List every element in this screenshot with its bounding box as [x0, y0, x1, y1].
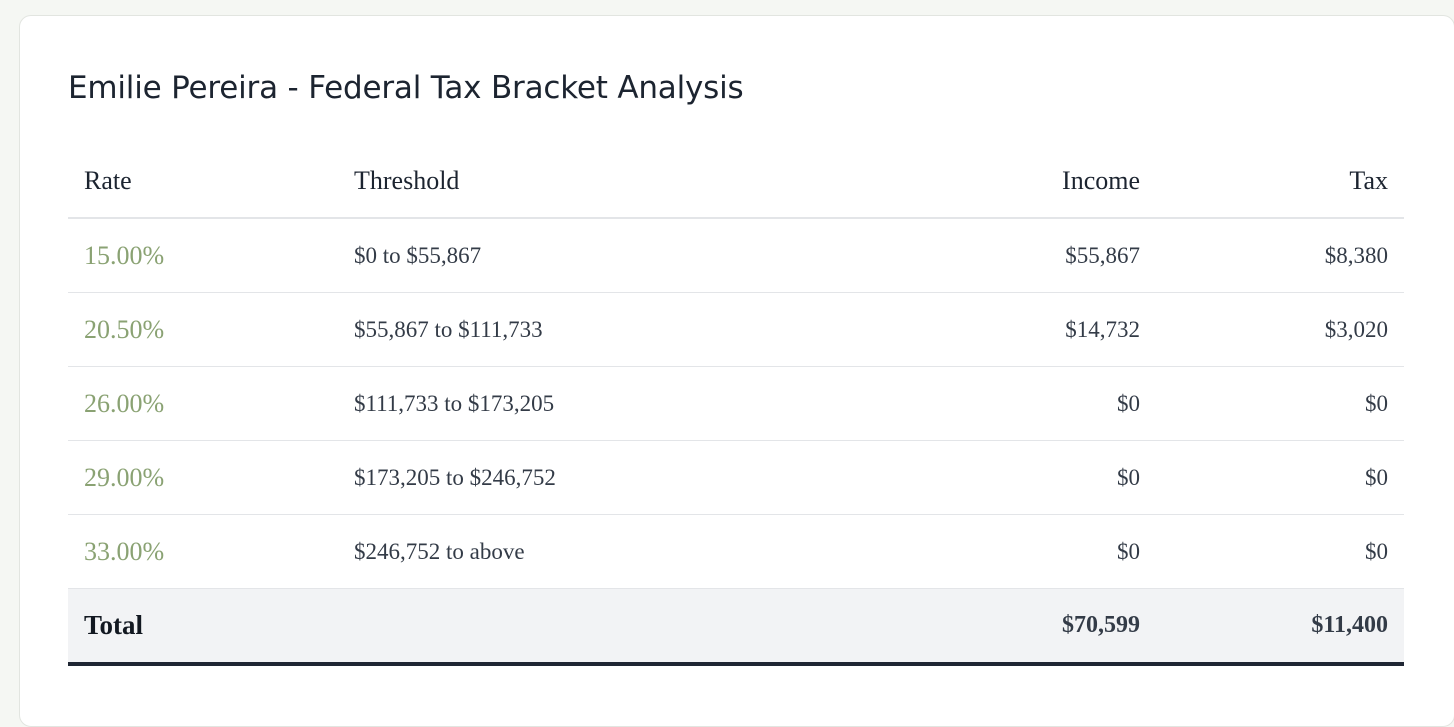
- column-header-threshold: Threshold: [338, 144, 878, 219]
- header-row: Rate Threshold Income Tax: [68, 144, 1404, 219]
- tax-cell: $0: [1156, 514, 1404, 589]
- threshold-cell: $111,733 to $173,205: [338, 366, 878, 441]
- income-cell: $14,732: [878, 292, 1156, 367]
- rate-cell: 15.00%: [68, 218, 338, 293]
- rate-cell: 26.00%: [68, 366, 338, 441]
- threshold-cell: $0 to $55,867: [338, 218, 878, 293]
- income-cell: $0: [878, 366, 1156, 441]
- page-title: Emilie Pereira - Federal Tax Bracket Ana…: [68, 70, 744, 106]
- column-header-tax: Tax: [1156, 144, 1404, 219]
- column-header-income: Income: [878, 144, 1156, 219]
- column-header-rate: Rate: [68, 144, 338, 219]
- total-threshold-cell: [338, 588, 878, 666]
- threshold-cell: $55,867 to $111,733: [338, 292, 878, 367]
- tax-cell: $8,380: [1156, 218, 1404, 293]
- total-label: Total: [68, 588, 338, 666]
- table-row: 15.00% $0 to $55,867 $55,867 $8,380: [68, 218, 1404, 293]
- threshold-cell: $246,752 to above: [338, 514, 878, 589]
- tax-cell: $0: [1156, 366, 1404, 441]
- tax-cell: $0: [1156, 440, 1404, 515]
- table-body: 15.00% $0 to $55,867 $55,867 $8,380 20.5…: [68, 218, 1404, 589]
- rate-cell: 33.00%: [68, 514, 338, 589]
- tax-bracket-table: Rate Threshold Income Tax 15.00% $0 to $…: [68, 144, 1404, 666]
- income-cell: $0: [878, 514, 1156, 589]
- table-row: 33.00% $246,752 to above $0 $0: [68, 514, 1404, 589]
- table-header: Rate Threshold Income Tax: [68, 144, 1404, 219]
- table-row: 29.00% $173,205 to $246,752 $0 $0: [68, 440, 1404, 515]
- table-row: 26.00% $111,733 to $173,205 $0 $0: [68, 366, 1404, 441]
- total-row: Total $70,599 $11,400: [68, 588, 1404, 666]
- rate-cell: 29.00%: [68, 440, 338, 515]
- table-row: 20.50% $55,867 to $111,733 $14,732 $3,02…: [68, 292, 1404, 367]
- total-tax: $11,400: [1156, 588, 1404, 666]
- income-cell: $55,867: [878, 218, 1156, 293]
- income-cell: $0: [878, 440, 1156, 515]
- rate-cell: 20.50%: [68, 292, 338, 367]
- table-footer: Total $70,599 $11,400: [68, 588, 1404, 666]
- tax-cell: $3,020: [1156, 292, 1404, 367]
- threshold-cell: $173,205 to $246,752: [338, 440, 878, 515]
- total-income: $70,599: [878, 588, 1156, 666]
- tax-bracket-card: Emilie Pereira - Federal Tax Bracket Ana…: [19, 15, 1454, 727]
